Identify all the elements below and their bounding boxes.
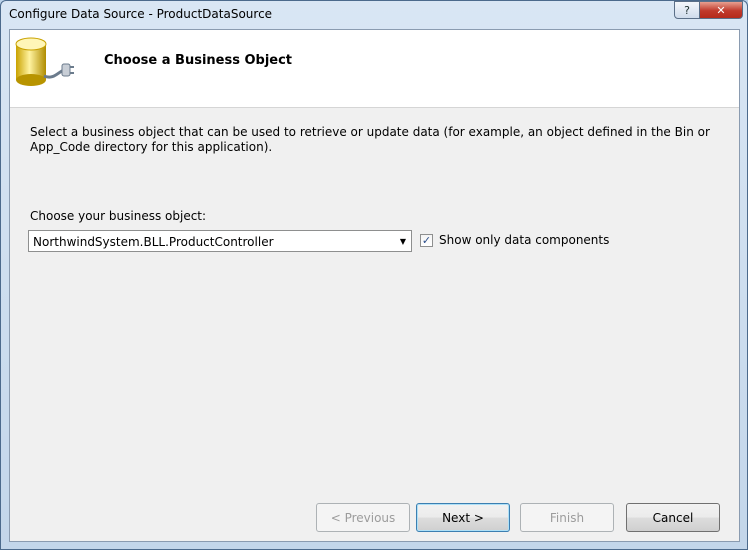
- window-title: Configure Data Source - ProductDataSourc…: [9, 7, 273, 21]
- wizard-step-title: Choose a Business Object: [104, 53, 293, 68]
- title-bar[interactable]: Configure Data Source - ProductDataSourc…: [1, 1, 747, 29]
- check-icon: ✓: [421, 234, 432, 247]
- close-button[interactable]: ✕: [699, 1, 743, 19]
- show-only-data-components-checkbox[interactable]: ✓: [420, 234, 433, 247]
- business-object-selected-value: NorthwindSystem.BLL.ProductController: [33, 235, 274, 249]
- show-only-data-components-label[interactable]: Show only data components: [439, 233, 609, 247]
- cancel-button[interactable]: Cancel: [626, 503, 720, 532]
- database-plug-icon: [15, 37, 74, 86]
- business-object-label: Choose your business object:: [30, 209, 207, 223]
- dialog-client-area: Choose a Business Object Select a busine…: [9, 29, 740, 542]
- finish-button[interactable]: Finish: [520, 503, 614, 532]
- close-icon: ✕: [716, 3, 726, 17]
- chevron-down-icon[interactable]: ▼: [395, 231, 411, 251]
- dialog-window: Configure Data Source - ProductDataSourc…: [0, 0, 748, 550]
- previous-button[interactable]: < Previous: [316, 503, 410, 532]
- wizard-header: Choose a Business Object: [10, 30, 739, 108]
- help-icon: ?: [684, 3, 690, 17]
- next-button[interactable]: Next >: [416, 503, 510, 532]
- step-description: Select a business object that can be use…: [30, 125, 710, 154]
- help-button[interactable]: ?: [674, 1, 700, 19]
- business-object-dropdown[interactable]: NorthwindSystem.BLL.ProductController ▼: [28, 230, 412, 252]
